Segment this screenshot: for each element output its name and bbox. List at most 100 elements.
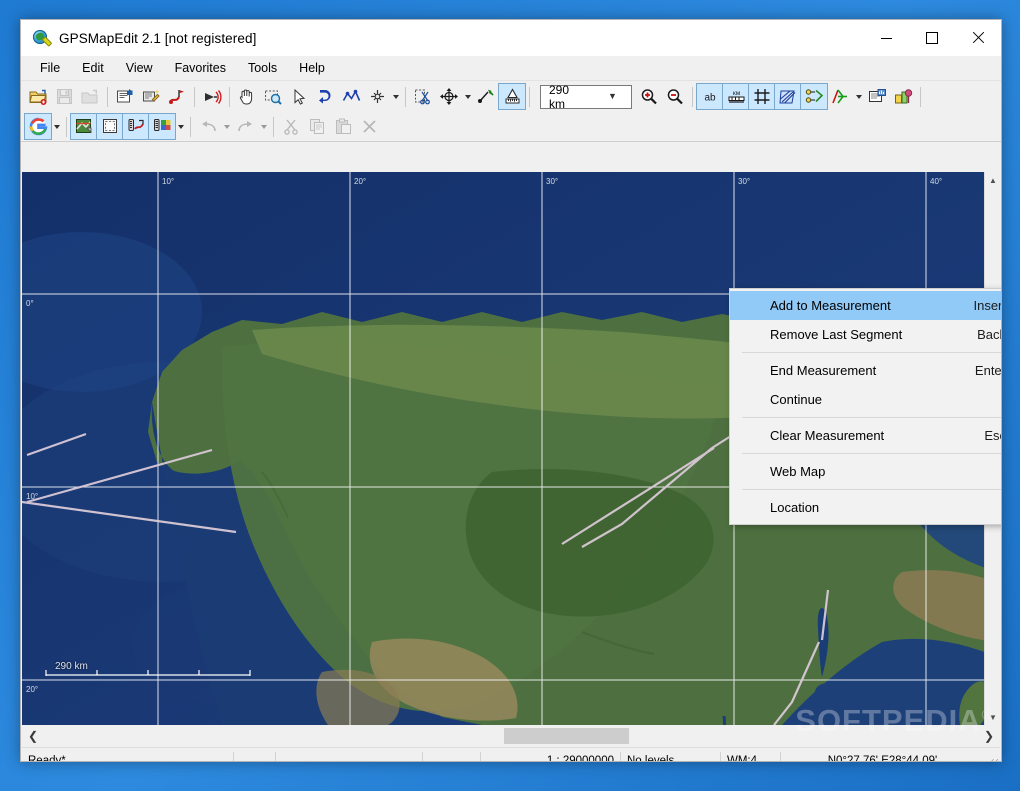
menu-item-clear-measurement[interactable]: Clear Measurement Esc	[730, 421, 1001, 450]
menu-view[interactable]: View	[115, 57, 164, 79]
new-layer-icon[interactable]	[96, 113, 124, 140]
zoom-rectangle-icon[interactable]	[260, 84, 286, 109]
status-coordinates: N0°27.76' E28°44.09'	[827, 755, 938, 762]
create-point-icon[interactable]	[364, 84, 390, 109]
status-cell-2	[234, 752, 276, 761]
map-wizard-icon[interactable]	[138, 84, 164, 109]
menu-item-add-to-measurement[interactable]: Add to Measurement Insert	[730, 291, 1002, 320]
menu-favorites[interactable]: Favorites	[164, 57, 237, 79]
undo-icon[interactable]	[195, 114, 221, 139]
pan-hand-icon[interactable]	[234, 84, 260, 109]
move-nodes-icon[interactable]	[436, 84, 462, 109]
resize-grip[interactable]	[984, 752, 1000, 761]
menu-item-label: Clear Measurement	[770, 428, 885, 443]
delete-icon[interactable]	[356, 114, 382, 139]
show-grid-icon[interactable]	[748, 83, 776, 110]
main-toolbar: 290 km ▼ ab км	[21, 81, 1001, 112]
menu-item-location[interactable]: Location ›	[730, 493, 1001, 522]
open-map-icon[interactable]	[25, 84, 51, 109]
zoom-out-icon[interactable]	[662, 84, 688, 109]
import-map-icon[interactable]	[70, 113, 98, 140]
menu-edit[interactable]: Edit	[71, 57, 115, 79]
menu-item-remove-last-segment[interactable]: Remove Last Segment Back	[730, 320, 1001, 349]
menu-item-end-measurement[interactable]: End Measurement Enter	[730, 356, 1001, 385]
zoom-in-icon[interactable]	[636, 84, 662, 109]
toolbar-separator	[920, 86, 921, 107]
menu-item-accelerator: Esc	[984, 428, 1001, 443]
menu-file[interactable]: File	[29, 57, 71, 79]
poi-manager-icon[interactable]	[890, 84, 916, 109]
show-scale-icon[interactable]: км	[722, 83, 750, 110]
toolbar-separator	[107, 86, 108, 107]
redo-icon[interactable]	[232, 114, 258, 139]
measure-tool-icon[interactable]	[498, 83, 526, 110]
menu-tools[interactable]: Tools	[237, 57, 288, 79]
chevron-down-icon[interactable]	[51, 114, 62, 139]
create-polygon-icon[interactable]	[312, 84, 338, 109]
close-button[interactable]	[955, 20, 1001, 56]
measure-area-icon[interactable]	[148, 113, 176, 140]
chevron-down-icon[interactable]	[175, 114, 186, 139]
map-horizontal-scrollbar[interactable]: ❮ ❯	[22, 725, 1000, 747]
chevron-down-icon[interactable]	[258, 114, 269, 139]
menu-item-web-map[interactable]: Web Map ›	[730, 457, 1001, 486]
close-map-icon[interactable]	[77, 84, 103, 109]
scrollbar-track[interactable]	[44, 725, 978, 747]
paste-icon[interactable]	[330, 114, 356, 139]
map-report-icon[interactable]	[864, 84, 890, 109]
save-map-icon[interactable]	[51, 84, 77, 109]
route-tool-icon[interactable]	[164, 84, 190, 109]
menu-separator	[742, 417, 1001, 418]
menu-item-accelerator: Insert	[973, 298, 1002, 313]
cut-shape-icon[interactable]	[410, 84, 436, 109]
scrollbar-thumb[interactable]	[504, 728, 629, 744]
menu-item-label: Continue	[770, 392, 823, 407]
copy-icon[interactable]	[304, 114, 330, 139]
google-web-map-icon[interactable]	[24, 113, 52, 140]
status-cell-3	[276, 752, 423, 761]
menu-item-accelerator: Back	[977, 327, 1001, 342]
map-properties-icon[interactable]	[112, 84, 138, 109]
title-bar: GPSMapEdit 2.1 [not registered]	[21, 20, 1001, 56]
show-nodes-icon[interactable]	[800, 83, 828, 110]
globe-magnifier-icon	[33, 29, 53, 47]
chevron-down-icon[interactable]	[462, 84, 473, 109]
create-polyline-icon[interactable]	[338, 84, 364, 109]
menu-item-label: Web Map	[770, 464, 826, 479]
menu-separator	[742, 489, 1001, 490]
menu-separator	[742, 453, 1001, 454]
menu-item-continue[interactable]: Continue	[730, 385, 1001, 414]
chevron-down-icon[interactable]: ▼	[586, 92, 631, 101]
measure-distance-icon[interactable]	[122, 113, 150, 140]
menu-help[interactable]: Help	[288, 57, 336, 79]
show-hatching-icon[interactable]	[774, 83, 802, 110]
minimize-button[interactable]	[863, 20, 909, 56]
toolbar-separator	[229, 86, 230, 107]
chevron-down-icon[interactable]	[853, 84, 864, 109]
show-labels-icon[interactable]: ab	[696, 83, 724, 110]
status-scale: 1 : 29000000	[481, 752, 621, 761]
chevron-down-icon[interactable]	[390, 84, 401, 109]
gps-connect-icon[interactable]	[199, 84, 225, 109]
window-controls	[863, 20, 1001, 56]
select-arrow-icon[interactable]	[286, 84, 312, 109]
levels-icon[interactable]	[827, 84, 853, 109]
toolbar-separator	[190, 116, 191, 137]
map-scale-label: 290 km	[55, 661, 88, 672]
chevron-down-icon[interactable]	[221, 114, 232, 139]
chevron-up-icon[interactable]: ▲	[985, 172, 1001, 188]
svg-text:20°: 20°	[26, 685, 38, 694]
chevron-down-icon[interactable]: ▼	[985, 709, 1001, 725]
zoom-scale-combobox[interactable]: 290 km ▼	[540, 82, 632, 111]
chevron-right-icon[interactable]: ❯	[978, 725, 1000, 747]
menu-item-label: Remove Last Segment	[770, 327, 903, 342]
zoom-scale-value: 290 km	[549, 82, 570, 111]
svg-text:0°: 0°	[26, 299, 34, 308]
status-ready: Ready*	[22, 752, 234, 761]
cut-icon[interactable]	[278, 114, 304, 139]
secondary-toolbar	[21, 112, 1001, 142]
chevron-left-icon[interactable]: ❮	[22, 725, 44, 747]
maximize-button[interactable]	[909, 20, 955, 56]
svg-text:20°: 20°	[354, 177, 366, 186]
add-node-icon[interactable]	[473, 84, 499, 109]
